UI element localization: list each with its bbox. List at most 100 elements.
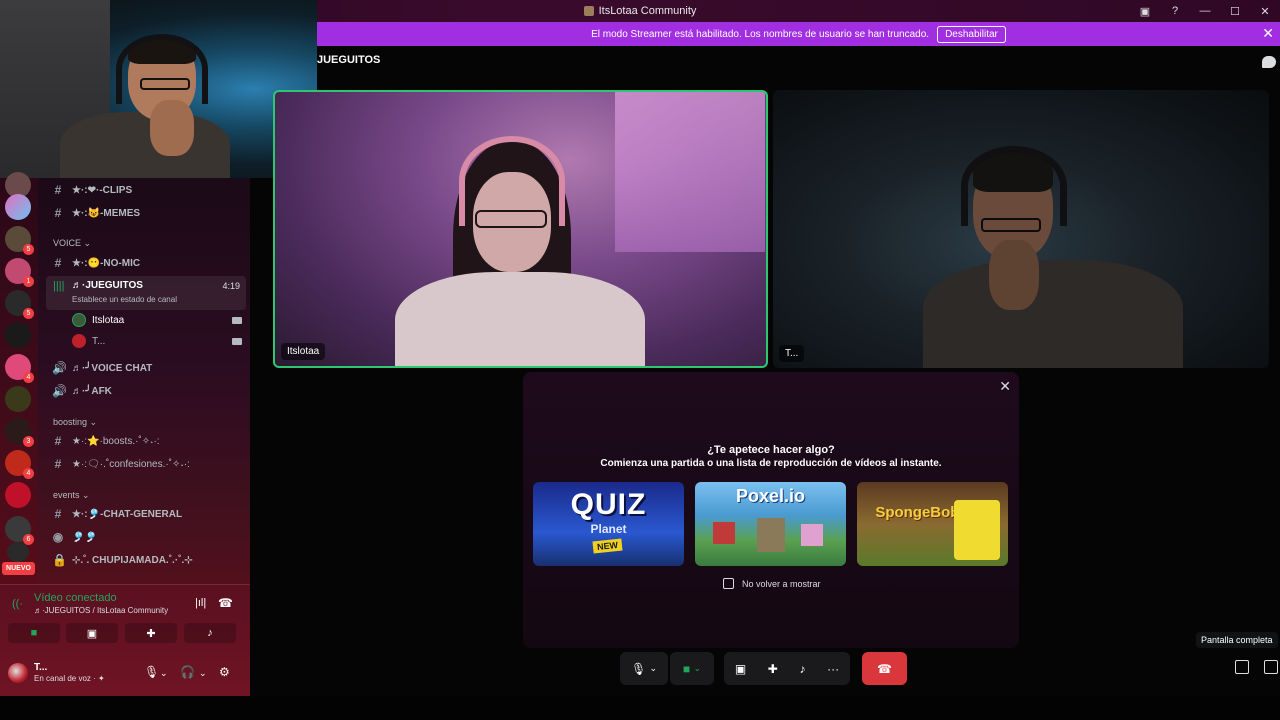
activities-button[interactable]: ✚ xyxy=(125,623,177,643)
help-icon[interactable]: ? xyxy=(1160,0,1190,22)
chevron-down-icon[interactable]: ⌄ xyxy=(199,668,207,679)
channel-list: # ★·:❤·-CLIPS # ★·:😺-MEMES VOICE ⌄ # ★·:… xyxy=(38,178,250,584)
channel-name: ★·:😶-NO-MIC xyxy=(72,257,141,269)
category-events[interactable]: events ⌄ xyxy=(53,490,90,501)
disconnect-button[interactable]: ☎ xyxy=(862,652,907,685)
close-icon[interactable]: ✕ xyxy=(1262,25,1274,42)
active-voice-channel[interactable]: |||| ♬·JUEGUITOS Establece un estado de … xyxy=(46,276,246,310)
server-icon[interactable]: 4 xyxy=(5,450,34,479)
avatar xyxy=(72,334,86,348)
game-character xyxy=(954,500,1000,560)
card-title: Poxel.io xyxy=(735,486,806,506)
soundboard-icon: ♪ xyxy=(207,627,213,639)
server-icon[interactable]: 5 xyxy=(5,226,34,255)
noise-suppression-icon[interactable]: |ıl| xyxy=(195,597,206,609)
screen-share-icon[interactable]: ▣ xyxy=(735,662,746,676)
hashtag-icon: # xyxy=(54,183,62,197)
maximize-icon[interactable]: ☐ xyxy=(1220,0,1250,22)
dont-show-again[interactable]: No volver a mostrar xyxy=(723,578,821,589)
channel-name: ★·:❤·-CLIPS xyxy=(72,184,133,196)
fullscreen-icon[interactable] xyxy=(1264,660,1278,674)
channel-item[interactable]: 🔒 ⊹.˚. CHUPIJAMADA.˚.·˚.⊹ xyxy=(52,550,193,570)
channel-item[interactable]: ◉ 🎐🎐 xyxy=(52,527,97,547)
camera-toggle-button[interactable]: ■ ⌄ xyxy=(670,652,714,685)
activity-card-poxel[interactable]: Poxel.io xyxy=(695,482,846,566)
server-icon[interactable]: 1 xyxy=(5,258,34,287)
activity-card-spongebob[interactable]: SpongeBob xyxy=(857,482,1008,566)
soundboard-button[interactable]: ♪ xyxy=(184,623,236,643)
channel-name: 🎐🎐 xyxy=(72,531,97,543)
channel-item[interactable]: # ★·:❤·-CLIPS xyxy=(52,180,132,200)
inbox-icon[interactable]: ▣ xyxy=(1130,0,1160,22)
hashtag-icon: # xyxy=(54,507,62,521)
taskbar-strip xyxy=(0,696,1280,720)
voice-user[interactable]: Itslotaa xyxy=(72,310,242,330)
category-label: boosting xyxy=(53,417,88,427)
voice-location[interactable]: ♬·JUEGUITOS / ItsLotaa Community xyxy=(34,606,168,615)
chevron-down-icon: ⌄ xyxy=(89,417,98,427)
tile-person-hand xyxy=(989,240,1039,310)
category-voice[interactable]: VOICE ⌄ xyxy=(53,238,91,249)
more-icon[interactable]: ··· xyxy=(827,662,839,676)
channel-item[interactable]: # ★·:😶-NO-MIC xyxy=(52,253,140,273)
new-badge: NUEVO xyxy=(2,562,35,575)
gear-icon[interactable]: ⚙ xyxy=(219,665,230,679)
activities-icon: ✚ xyxy=(146,627,156,640)
server-icon[interactable] xyxy=(7,542,29,562)
avatar xyxy=(72,313,86,327)
mute-button[interactable]: 🎙 ⌄ xyxy=(620,652,668,685)
camera-button[interactable]: ■ xyxy=(8,623,60,643)
video-tile[interactable]: Itslotaa xyxy=(273,90,768,368)
window-title: ItsLotaa Community xyxy=(583,5,696,17)
streamer-mode-banner: El modo Streamer está habilitado. Los no… xyxy=(317,22,1280,46)
server-icon[interactable] xyxy=(5,482,31,508)
activity-card-quiz[interactable]: QUIZ Planet NEW xyxy=(533,482,684,566)
popout-icon[interactable] xyxy=(1235,660,1249,674)
minimize-icon[interactable]: — xyxy=(1190,0,1220,22)
category-boosting[interactable]: boosting ⌄ xyxy=(53,417,97,428)
checkbox[interactable] xyxy=(723,578,734,589)
screen-share-button[interactable]: ▣ xyxy=(66,623,118,643)
hashtag-icon: # xyxy=(54,434,62,448)
video-tile[interactable]: T... xyxy=(773,90,1269,368)
server-icon[interactable]: 3 xyxy=(5,418,34,447)
disconnect-icon[interactable]: ☎ xyxy=(218,596,233,610)
server-icon[interactable]: 6 xyxy=(5,516,34,545)
game-character xyxy=(801,524,823,546)
channel-item[interactable]: # ★·:🎐-CHAT-GENERAL xyxy=(52,504,182,524)
microphone-icon[interactable]: 🎙 xyxy=(144,665,159,679)
channel-name: ★·:⭐·boosts.·˚✧˖·: xyxy=(72,435,160,447)
avatar[interactable] xyxy=(8,663,28,683)
activity-subtitle: Comienza una partida o una lista de repr… xyxy=(600,458,942,469)
voice-user[interactable]: T... xyxy=(72,331,242,351)
tile-person-glasses xyxy=(981,218,1041,232)
server-icon[interactable] xyxy=(5,322,31,348)
facecam-body xyxy=(60,112,230,178)
channel-item[interactable]: # ★·:🗨·.˚confesiones.·˚✧˖·: xyxy=(52,454,190,474)
channel-item[interactable]: # ★·:😺-MEMES xyxy=(52,203,140,223)
chat-icon[interactable] xyxy=(1262,56,1276,68)
server-icon[interactable]: 5 xyxy=(5,290,34,319)
server-icon[interactable] xyxy=(5,386,31,412)
channel-item[interactable]: 🔊 ♬·╯VOICE CHAT xyxy=(52,358,152,378)
close-icon[interactable]: ✕ xyxy=(999,378,1011,395)
mention-badge: 5 xyxy=(23,244,34,255)
channel-name: ♬·JUEGUITOS xyxy=(72,280,143,291)
activities-icon[interactable]: ✚ xyxy=(768,662,778,676)
mention-badge: 1 xyxy=(23,276,34,287)
close-window-icon[interactable]: ✕ xyxy=(1250,0,1280,22)
channel-item[interactable]: 🔊 ♬·╯AFK xyxy=(52,381,112,401)
channel-item[interactable]: # ★·:⭐·boosts.·˚✧˖·: xyxy=(52,431,160,451)
activity-prompt: ✕ ¿Te apetece hacer algo? Comienza una p… xyxy=(523,372,1019,648)
server-icon[interactable]: 4 xyxy=(5,354,34,383)
disable-streamer-button[interactable]: Deshabilitar xyxy=(937,25,1006,43)
signal-icon[interactable]: ((· xyxy=(12,598,23,610)
headphones-icon[interactable]: 🎧 xyxy=(180,665,195,679)
hang-up-icon: ☎ xyxy=(877,661,892,676)
channel-status-prompt[interactable]: Establece un estado de canal xyxy=(72,295,177,304)
facecam-headphones xyxy=(116,34,208,104)
server-icon[interactable] xyxy=(5,194,31,220)
chevron-down-icon[interactable]: ⌄ xyxy=(160,668,168,679)
tile-person-body xyxy=(923,260,1183,368)
soundboard-icon[interactable]: ♪ xyxy=(800,662,806,676)
